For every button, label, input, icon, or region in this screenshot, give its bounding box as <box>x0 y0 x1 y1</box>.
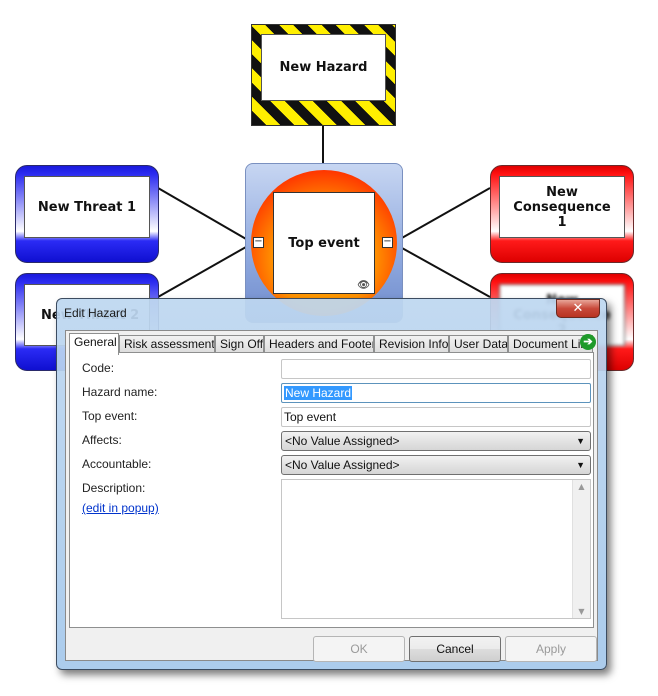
connector-conseq2 <box>392 242 491 298</box>
hazard-name-label: Hazard name: <box>82 385 158 399</box>
connector-threat1 <box>157 187 254 244</box>
tab-scroll-right-icon[interactable]: ➔ <box>580 334 596 350</box>
edit-hazard-dialog: Edit Hazard ✕ General Risk assessments S… <box>56 298 607 670</box>
tab-revision-info[interactable]: Revision Info <box>374 335 449 353</box>
hazard-node[interactable]: New Hazard <box>251 24 396 126</box>
hazard-name-value: New Hazard <box>284 386 353 400</box>
collapse-left-toggle[interactable]: − <box>253 237 264 248</box>
ok-button[interactable]: OK <box>313 636 405 662</box>
affects-select[interactable]: <No Value Assigned> ▼ <box>281 431 591 451</box>
apply-button[interactable]: Apply <box>505 636 597 662</box>
code-label: Code: <box>82 361 115 375</box>
top-event-label: Top event <box>288 235 360 251</box>
tab-headers-footers[interactable]: Headers and Footers <box>264 335 374 353</box>
affects-label: Affects: <box>82 433 122 447</box>
consequence-label: New Consequence 1 <box>499 176 625 238</box>
code-input[interactable] <box>281 359 591 379</box>
tab-risk-assessments[interactable]: Risk assessments <box>119 335 215 353</box>
accountable-select[interactable]: <No Value Assigned> ▼ <box>281 455 591 475</box>
threat-node-1[interactable]: New Threat 1 <box>15 165 159 263</box>
top-event-label: Top event: <box>82 409 138 423</box>
accountable-label: Accountable: <box>82 457 152 471</box>
tab-strip: General Risk assessments Sign Off Header… <box>69 333 596 355</box>
tab-sign-off[interactable]: Sign Off <box>215 335 264 353</box>
description-textarea[interactable]: ▲ ▼ <box>281 479 591 619</box>
tab-general[interactable]: General <box>69 333 119 355</box>
chevron-down-icon: ▼ <box>576 460 585 470</box>
dialog-title: Edit Hazard <box>64 306 127 320</box>
threat-label: New Threat 1 <box>24 176 150 238</box>
description-scrollbar[interactable]: ▲ ▼ <box>572 480 590 618</box>
edit-in-popup-link[interactable]: (edit in popup) <box>82 501 159 515</box>
accountable-value: <No Value Assigned> <box>285 458 400 472</box>
top-event-node[interactable]: Top event 👁 <box>273 192 375 294</box>
scroll-down-icon[interactable]: ▼ <box>573 607 590 616</box>
close-icon: ✕ <box>572 301 584 316</box>
hazard-label: New Hazard <box>261 34 386 101</box>
scroll-up-icon[interactable]: ▲ <box>573 482 590 491</box>
description-label: Description: <box>82 481 146 495</box>
cancel-button[interactable]: Cancel <box>409 636 501 662</box>
eye-icon[interactable]: 👁 <box>357 280 370 291</box>
chevron-down-icon: ▼ <box>576 436 585 446</box>
connector-threat2 <box>157 242 254 298</box>
tab-user-data[interactable]: User Data <box>449 335 508 353</box>
connector-conseq1 <box>392 187 491 244</box>
dialog-body: General Risk assessments Sign Off Header… <box>65 330 598 662</box>
affects-value: <No Value Assigned> <box>285 434 400 448</box>
collapse-right-toggle[interactable]: − <box>382 237 393 248</box>
top-event-input[interactable]: Top event <box>281 407 591 427</box>
general-tab-page: Code: Hazard name: New Hazard Top event:… <box>69 352 594 628</box>
hazard-name-input[interactable]: New Hazard <box>281 383 591 403</box>
consequence-node-1[interactable]: New Consequence 1 <box>490 165 634 263</box>
close-button[interactable]: ✕ <box>556 299 600 318</box>
